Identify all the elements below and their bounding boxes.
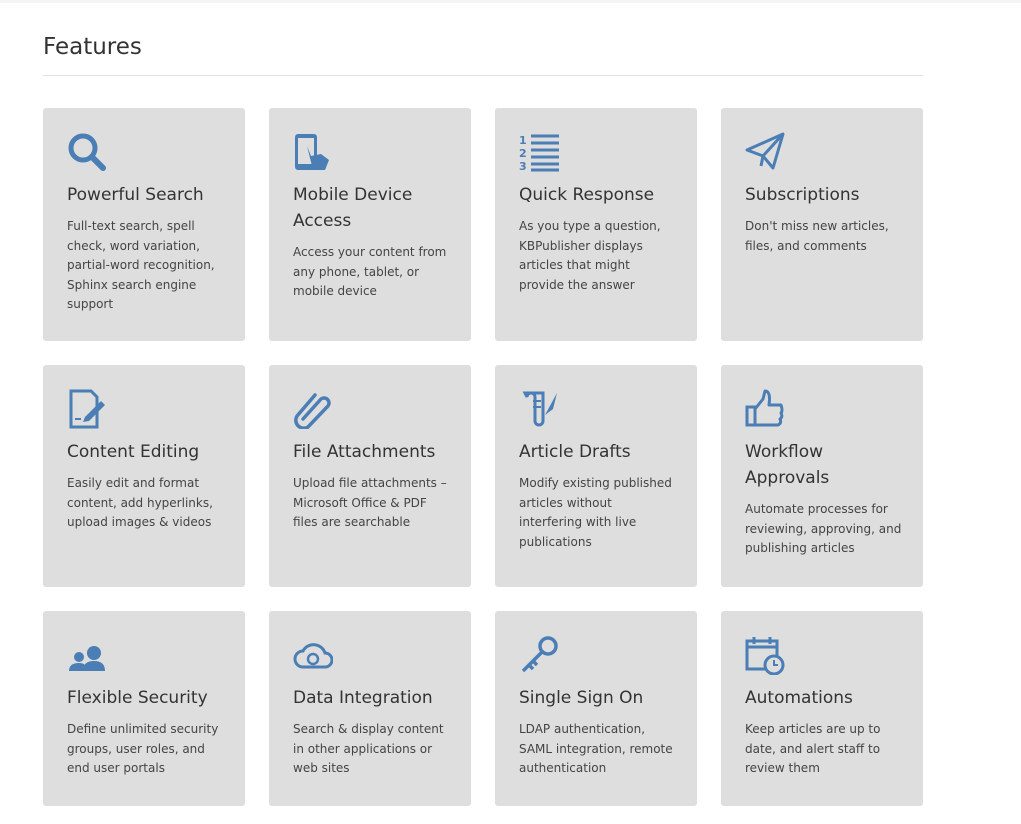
feature-title: Subscriptions <box>745 185 860 205</box>
feature-description: Access your content from any phone, tabl… <box>293 245 447 298</box>
feature-card: Data Integration Search & display conten… <box>269 611 471 806</box>
numbered-list-icon: 123 <box>519 134 559 172</box>
feature-description: Upload file attachments – Microsoft Offi… <box>293 476 447 529</box>
key-icon <box>521 636 558 673</box>
feature-card: Powerful Search Full-text search, spell … <box>43 108 245 341</box>
feature-title: Automations <box>745 688 853 708</box>
feature-card: Article Drafts Modify existing published… <box>495 365 697 587</box>
feature-description: Automate processes for reviewing, approv… <box>745 502 902 555</box>
feature-title: Workflow Approvals <box>745 442 830 488</box>
thumbs-up-icon <box>745 389 784 427</box>
feature-title: File Attachments <box>293 442 436 462</box>
svg-text:3: 3 <box>519 160 527 172</box>
feature-title: Content Editing <box>67 442 200 462</box>
paperclip-icon <box>294 393 331 429</box>
mobile-touch-icon <box>295 134 329 170</box>
feature-description: Don't miss new articles, files, and comm… <box>745 219 889 253</box>
feature-card: Automations Keep articles are up to date… <box>721 611 923 806</box>
cloud-sync-icon <box>293 643 333 669</box>
feature-description: As you type a question, KBPublisher disp… <box>519 219 661 292</box>
features-grid: Powerful Search Full-text search, spell … <box>43 108 923 806</box>
feature-description: Full-text search, spell check, word vari… <box>67 219 215 311</box>
feature-title: Article Drafts <box>519 442 631 462</box>
top-bar <box>0 0 1021 3</box>
feature-description: LDAP authentication, SAML integration, r… <box>519 722 673 775</box>
feature-card: Flexible Security Define unlimited secur… <box>43 611 245 806</box>
feature-title: Powerful Search <box>67 185 204 205</box>
feature-description: Define unlimited security groups, user r… <box>67 722 219 775</box>
feature-card: File Attachments Upload file attachments… <box>269 365 471 587</box>
calendar-clock-icon <box>745 637 785 675</box>
feature-description: Search & display content in other applic… <box>293 722 444 775</box>
feature-title: Quick Response <box>519 185 655 205</box>
feature-title: Flexible Security <box>67 688 208 708</box>
feature-title: Single Sign On <box>519 688 644 708</box>
users-icon <box>69 646 105 671</box>
edit-document-icon <box>69 389 105 429</box>
feature-card: Mobile Device Access Access your content… <box>269 108 471 341</box>
feature-card: Content Editing Easily edit and format c… <box>43 365 245 587</box>
feature-card: Single Sign On LDAP authentication, SAML… <box>495 611 697 806</box>
divider <box>43 75 923 76</box>
feature-title: Data Integration <box>293 688 433 708</box>
svg-text:1: 1 <box>519 134 527 147</box>
feature-description: Easily edit and format content, add hype… <box>67 476 213 529</box>
feature-card: Workflow Approvals Automate processes fo… <box>721 365 923 587</box>
feature-title: Mobile Device Access <box>293 185 413 231</box>
feature-description: Keep articles are up to date, and alert … <box>745 722 881 775</box>
page-title: Features <box>43 34 142 60</box>
feature-card: Subscriptions Don't miss new articles, f… <box>721 108 923 341</box>
feature-description: Modify existing published articles witho… <box>519 476 672 549</box>
search-icon <box>68 133 106 171</box>
svg-text:2: 2 <box>519 147 527 160</box>
paper-plane-icon <box>745 132 785 170</box>
feature-card: 123 Quick Response As you type a questio… <box>495 108 697 341</box>
scroll-quill-icon <box>522 391 557 427</box>
